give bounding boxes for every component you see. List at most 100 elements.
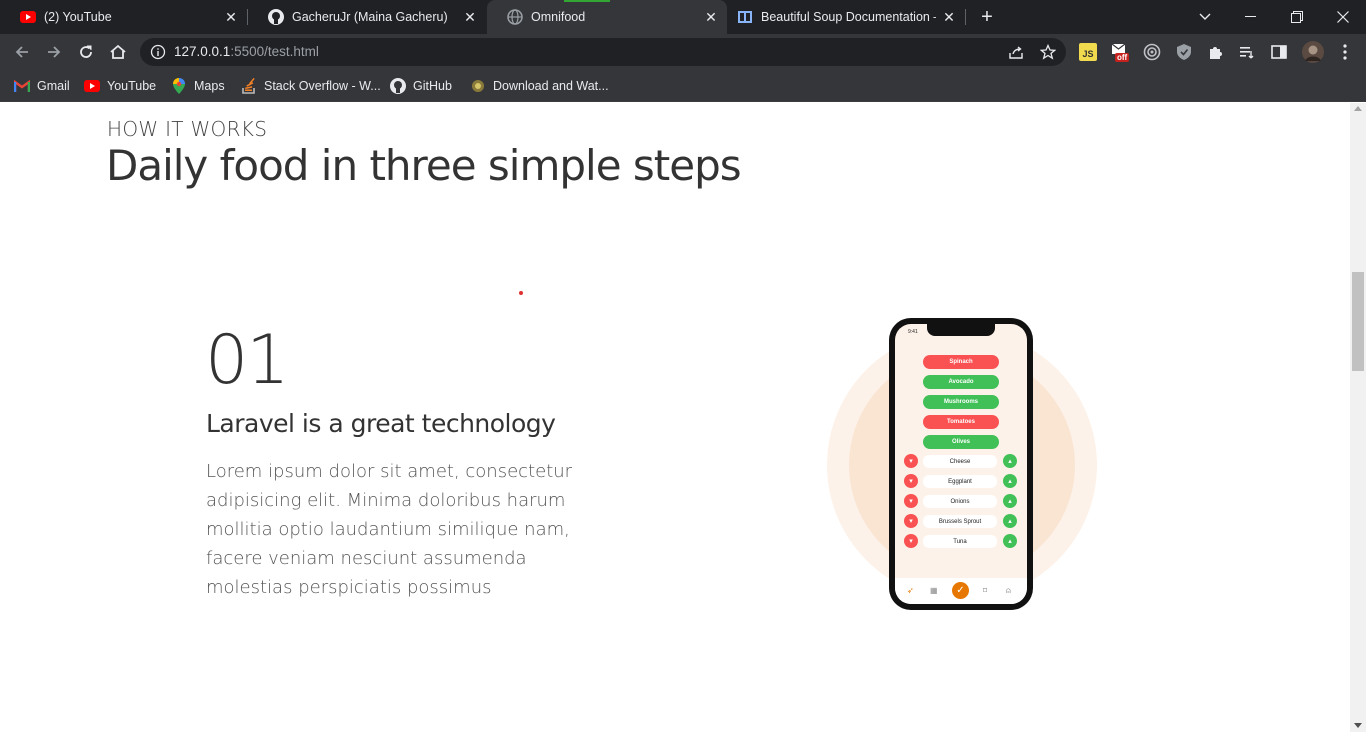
bookmarks-bar: Gmail YouTube Maps Stack Overflow - W...… bbox=[0, 70, 1366, 102]
close-tab-icon[interactable]: ✕ bbox=[462, 9, 478, 25]
mail-extension-icon[interactable]: off bbox=[1111, 43, 1130, 62]
thumbs-up-icon: ▴ bbox=[1003, 494, 1017, 508]
close-tab-icon[interactable]: ✕ bbox=[703, 9, 719, 25]
tab-github[interactable]: GacheruJr (Maina Gacheru) ✕ bbox=[248, 0, 486, 34]
phone-time: 9:41 bbox=[908, 329, 918, 335]
tab-youtube[interactable]: (2) YouTube ✕ bbox=[0, 0, 247, 34]
scroll-down-arrow-icon[interactable] bbox=[1354, 723, 1362, 728]
thumbs-up-icon: ▴ bbox=[1003, 534, 1017, 548]
cursor-dot bbox=[519, 291, 523, 295]
youtube-icon bbox=[20, 9, 36, 25]
target-extension-icon[interactable] bbox=[1143, 43, 1161, 61]
reload-icon bbox=[80, 45, 92, 58]
forward-button[interactable] bbox=[42, 40, 66, 64]
minimize-icon bbox=[1245, 16, 1256, 17]
ingredient-item: Onions bbox=[923, 495, 997, 508]
thumbs-down-icon: ▾ bbox=[904, 454, 918, 468]
home-button[interactable] bbox=[106, 40, 130, 64]
phone-screen: 9:41 Spinach Avocado Mushrooms Tomatoes … bbox=[895, 324, 1027, 604]
url-text: 127.0.0.1:5500/test.html bbox=[174, 44, 319, 59]
address-bar[interactable]: 127.0.0.1:5500/test.html bbox=[140, 38, 1066, 66]
bookmark-label: Download and Wat... bbox=[493, 79, 609, 93]
bookmark-maps[interactable]: Maps bbox=[171, 76, 225, 96]
avatar[interactable] bbox=[1302, 41, 1324, 63]
download-icon bbox=[470, 78, 486, 94]
audio-indicator bbox=[564, 0, 610, 2]
bookmark-label: Stack Overflow - W... bbox=[264, 79, 381, 93]
bookmark-label: Maps bbox=[194, 79, 225, 93]
globe-icon bbox=[507, 9, 523, 25]
tab-title: GacheruJr (Maina Gacheru) bbox=[292, 10, 448, 24]
svg-text:JS: JS bbox=[1082, 49, 1093, 59]
close-window-button[interactable] bbox=[1320, 0, 1366, 34]
bookmark-gmail[interactable]: Gmail bbox=[14, 76, 70, 96]
ingredient-item: Brussels Sprout bbox=[923, 515, 997, 528]
info-icon[interactable] bbox=[150, 44, 166, 65]
user-icon: ⍝ bbox=[1006, 586, 1011, 595]
thumbs-down-icon: ▾ bbox=[904, 474, 918, 488]
restore-button[interactable] bbox=[1274, 0, 1320, 34]
tab-beautiful-soup[interactable]: Beautiful Soup Documentation — ✕ bbox=[727, 0, 965, 34]
youtube-icon bbox=[84, 78, 100, 94]
bookmark-label: YouTube bbox=[107, 79, 157, 93]
share-icon[interactable] bbox=[1008, 44, 1024, 60]
bookmark-star-icon[interactable] bbox=[1039, 43, 1057, 60]
scroll-up-arrow-icon[interactable] bbox=[1354, 106, 1362, 111]
tab-title: Beautiful Soup Documentation — bbox=[761, 10, 936, 24]
page-scrollbar[interactable] bbox=[1350, 103, 1366, 732]
document-icon bbox=[737, 9, 753, 25]
browser-toolbar: 127.0.0.1:5500/test.html JS off bbox=[0, 34, 1366, 70]
side-panel-icon[interactable] bbox=[1270, 43, 1288, 61]
bookmark-label: GitHub bbox=[413, 79, 452, 93]
reload-button[interactable] bbox=[74, 40, 98, 64]
tab-title: Omnifood bbox=[531, 10, 586, 24]
ingredient-pill: Avocado bbox=[923, 375, 999, 389]
rocket-icon: ➶ bbox=[907, 586, 914, 595]
tab-search-button[interactable] bbox=[1182, 0, 1228, 34]
new-tab-button[interactable]: + bbox=[977, 7, 997, 27]
thumbs-up-icon: ▴ bbox=[1003, 474, 1017, 488]
phone-mockup-image: 9:41 Spinach Avocado Mushrooms Tomatoes … bbox=[889, 318, 1033, 610]
ingredient-pill: Tomatoes bbox=[923, 415, 999, 429]
bookmark-youtube[interactable]: YouTube bbox=[84, 76, 156, 96]
bookmark-github[interactable]: GitHub bbox=[390, 76, 452, 96]
js-extension-icon[interactable]: JS bbox=[1079, 43, 1097, 61]
bookmark-download[interactable]: Download and Wat... bbox=[470, 76, 609, 96]
tab-divider bbox=[965, 9, 966, 25]
phone-notch bbox=[927, 324, 995, 336]
gmail-icon bbox=[14, 78, 30, 94]
reading-list-icon[interactable] bbox=[1238, 43, 1256, 61]
bookmark-stackoverflow[interactable]: Stack Overflow - W... bbox=[241, 76, 381, 96]
restore-icon bbox=[1291, 11, 1303, 23]
ingredient-item: Eggplant bbox=[923, 475, 997, 488]
section-heading: Daily food in three simple steps bbox=[106, 141, 742, 190]
stackoverflow-icon bbox=[241, 78, 257, 94]
thumbs-down-icon: ▾ bbox=[904, 534, 918, 548]
back-button[interactable] bbox=[10, 40, 34, 64]
arrow-right-icon bbox=[48, 46, 61, 58]
bookmark-label: Gmail bbox=[37, 79, 70, 93]
extension-badge: off bbox=[1115, 53, 1130, 62]
close-tab-icon[interactable]: ✕ bbox=[941, 9, 957, 25]
thumbs-up-icon: ▴ bbox=[1003, 514, 1017, 528]
phone-tab-bar: ➶ ▦ ✓ ⌑ ⍝ bbox=[895, 578, 1027, 604]
thumbs-down-icon: ▾ bbox=[904, 514, 918, 528]
shield-icon[interactable] bbox=[1175, 43, 1193, 61]
minimize-button[interactable] bbox=[1228, 0, 1274, 34]
home-icon bbox=[110, 44, 126, 59]
chevron-down-icon bbox=[1199, 13, 1211, 20]
check-icon: ✓ bbox=[952, 582, 969, 599]
url-host: 127.0.0.1 bbox=[174, 44, 231, 59]
tab-omnifood[interactable]: Omnifood ✕ bbox=[487, 0, 727, 34]
menu-kebab-icon[interactable] bbox=[1336, 43, 1354, 61]
step-description: Lorem ipsum dolor sit amet, consectetur … bbox=[206, 461, 573, 598]
ingredient-item: Cheese bbox=[923, 455, 997, 468]
step-number: 01 bbox=[205, 321, 290, 400]
puzzle-icon[interactable] bbox=[1207, 43, 1225, 61]
ingredient-pill: Mushrooms bbox=[923, 395, 999, 409]
github-icon bbox=[390, 78, 406, 94]
maps-icon bbox=[171, 78, 187, 94]
ingredient-pill: Spinach bbox=[923, 355, 999, 369]
scrollbar-thumb[interactable] bbox=[1352, 272, 1364, 371]
close-tab-icon[interactable]: ✕ bbox=[223, 9, 239, 25]
